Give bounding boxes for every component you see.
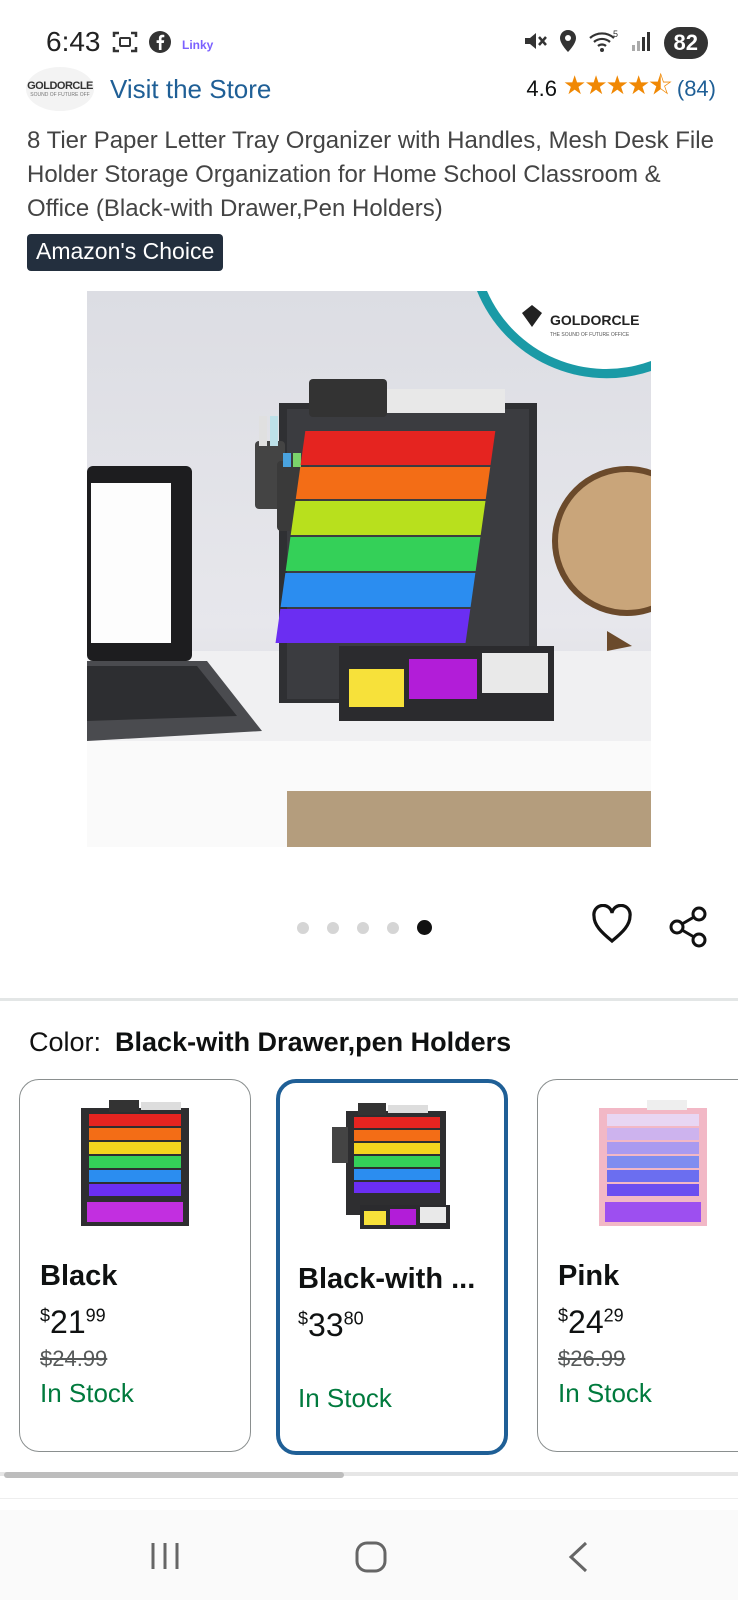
color-options-carousel[interactable]: Black $2199 $24.99 In Stock Black-with .… [19, 1079, 738, 1455]
option-thumbnail [79, 1098, 191, 1233]
color-option-card[interactable]: Pink $2429 $26.99 In Stock [537, 1079, 738, 1452]
svg-text:5: 5 [613, 29, 618, 39]
option-thumbnail [330, 1101, 454, 1238]
store-row: GOLDORCLE SOUND OF FUTURE OFF Visit the … [26, 66, 716, 112]
brand-logo[interactable]: GOLDORCLE SOUND OF FUTURE OFF [26, 67, 94, 111]
system-navigation-bar [0, 1510, 738, 1600]
home-icon[interactable] [354, 1540, 388, 1579]
color-option-card-selected[interactable]: Black-with ... $3380 In Stock [276, 1079, 508, 1455]
carousel-dot[interactable] [357, 921, 369, 934]
option-was-price: $26.99 [558, 1346, 626, 1371]
wifi-icon: 5 [588, 29, 620, 58]
star-rating-icon: ★★★★⯪ [563, 70, 673, 100]
mute-icon [522, 29, 548, 58]
option-name: Black-with ... [298, 1263, 476, 1295]
product-photo: GOLDORCLE THE SOUND OF FUTURE OFFICE [87, 291, 651, 847]
back-icon[interactable] [566, 1540, 590, 1579]
recent-apps-icon[interactable] [148, 1540, 182, 1577]
location-icon [558, 29, 578, 58]
option-stock-status: In Stock [40, 1378, 134, 1408]
review-count[interactable]: (84) [677, 76, 716, 102]
option-was-price: $24.99 [40, 1346, 108, 1371]
carousel-dot[interactable] [297, 921, 309, 934]
status-time: 6:43 [46, 26, 101, 57]
battery-indicator: 82 [663, 27, 708, 59]
color-selection-label: Color: Black-with Drawer,pen Holders [29, 1027, 511, 1058]
rating-summary[interactable]: 4.6 ★★★★⯪ (84) [526, 67, 716, 111]
carousel-dot[interactable] [327, 921, 339, 934]
rating-value: 4.6 [526, 76, 558, 101]
option-price: $2429 [558, 1304, 624, 1340]
horizontal-scrollbar-thumb[interactable] [4, 1472, 344, 1478]
status-right-icons: 5 82 [522, 27, 708, 59]
brand-logo-subtext: SOUND OF FUTURE OFF [30, 92, 90, 98]
option-name: Black [40, 1260, 118, 1292]
option-thumbnail [597, 1098, 709, 1233]
svg-text:GOLDORCLE: GOLDORCLE [550, 312, 639, 328]
screenshot-icon [112, 30, 138, 59]
option-stock-status: In Stock [298, 1383, 392, 1413]
color-selected-value: Black-with Drawer,pen Holders [115, 1027, 512, 1057]
facebook-icon [148, 30, 172, 59]
option-price: $3380 [298, 1307, 364, 1343]
color-option-card[interactable]: Black $2199 $24.99 In Stock [19, 1079, 251, 1452]
linky-badge: Linky [182, 37, 214, 52]
carousel-dots[interactable] [297, 920, 432, 935]
amazons-choice-badge[interactable]: Amazon's Choice [27, 234, 224, 271]
option-price: $2199 [40, 1304, 106, 1340]
carousel-dot[interactable] [387, 921, 399, 934]
heart-icon[interactable] [591, 903, 633, 949]
option-stock-status: In Stock [558, 1378, 652, 1408]
signal-icon [630, 29, 654, 58]
section-divider [0, 998, 738, 1001]
product-title: 8 Tier Paper Letter Tray Organizer with … [27, 127, 714, 222]
color-label: Color: [29, 1027, 102, 1057]
brand-logo-text: GOLDORCLE [27, 80, 93, 92]
carousel-dot-active[interactable] [417, 920, 432, 935]
share-icon[interactable] [668, 906, 710, 953]
status-left-icons: Linky [112, 30, 213, 59]
option-name: Pink [558, 1260, 620, 1292]
visit-store-link[interactable]: Visit the Store [110, 74, 271, 105]
product-image[interactable]: GOLDORCLE THE SOUND OF FUTURE OFFICE [87, 291, 651, 847]
bottom-separator [0, 1498, 738, 1499]
svg-text:THE SOUND OF FUTURE OFFICE: THE SOUND OF FUTURE OFFICE [550, 332, 630, 338]
